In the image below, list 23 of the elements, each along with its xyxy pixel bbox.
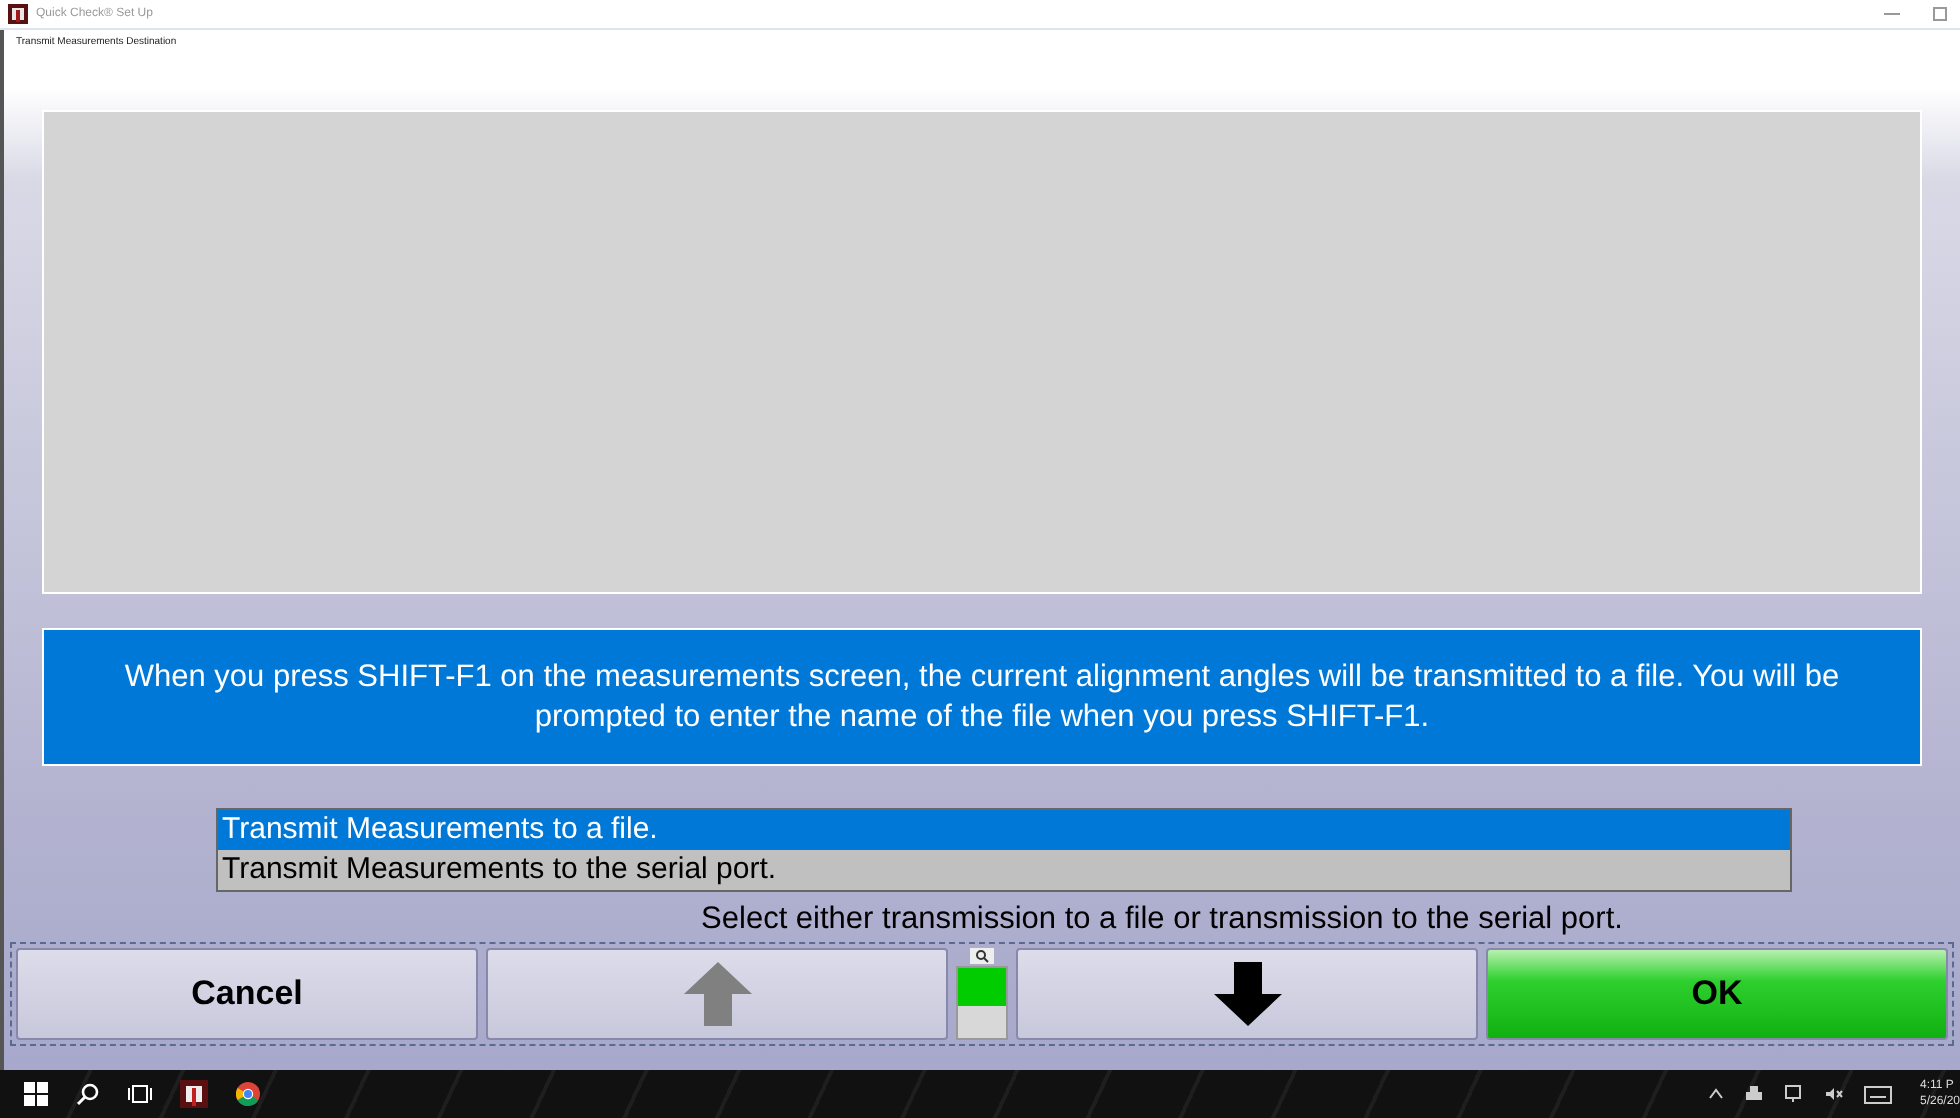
cancel-button[interactable]: Cancel bbox=[16, 948, 478, 1040]
ok-button[interactable]: OK bbox=[1486, 948, 1948, 1040]
app-taskbar-icon[interactable] bbox=[180, 1080, 208, 1108]
down-arrow-icon bbox=[1213, 962, 1281, 1026]
down-button[interactable] bbox=[1016, 948, 1478, 1040]
network-icon[interactable] bbox=[1784, 1084, 1804, 1104]
keyboard-icon[interactable] bbox=[1864, 1085, 1892, 1103]
search-icon[interactable] bbox=[76, 1082, 100, 1106]
option-item[interactable]: Transmit Measurements to a file. bbox=[218, 810, 1790, 850]
windows-start-icon[interactable] bbox=[24, 1082, 48, 1106]
status-indicator bbox=[956, 966, 1008, 1040]
speaker-muted-icon[interactable] bbox=[1824, 1084, 1844, 1104]
chevron-up-icon[interactable] bbox=[1708, 1086, 1724, 1102]
info-message: When you press SHIFT-F1 on the measurements screen, the current alignment angles will be transmitted to a file. You will be prompted to enter the name of the file when you press SHIFT-F1. bbox=[42, 628, 1922, 766]
up-arrow-icon bbox=[683, 962, 751, 1026]
printer-icon[interactable] bbox=[1744, 1084, 1764, 1104]
task-view-icon[interactable] bbox=[128, 1082, 152, 1106]
zoom-icon[interactable] bbox=[970, 948, 994, 964]
up-button[interactable] bbox=[486, 948, 948, 1040]
chrome-icon[interactable] bbox=[236, 1082, 260, 1106]
maximize-icon[interactable] bbox=[1932, 6, 1948, 22]
hint-text: Select either transmission to a file or transmission to the serial port. bbox=[701, 902, 1623, 938]
option-item[interactable]: Transmit Measurements to the serial port. bbox=[218, 850, 1790, 890]
